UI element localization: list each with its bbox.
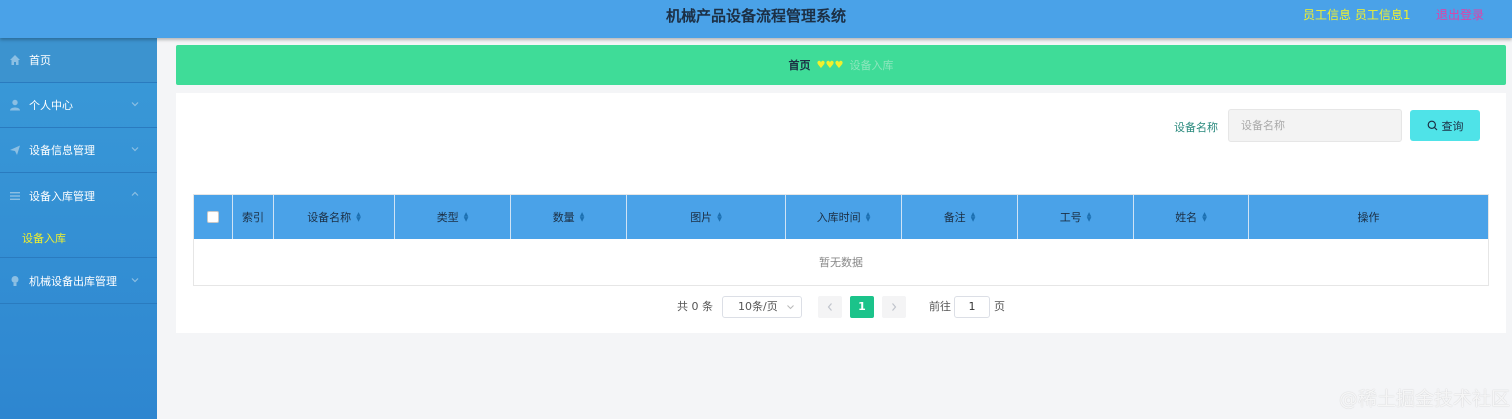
search-label: 设备名称 (1174, 121, 1218, 134)
page-number-active[interactable]: 1 (850, 296, 874, 318)
page-size-select[interactable]: 10条/页 (722, 296, 802, 318)
goto-suffix: 页 (994, 300, 1005, 313)
sort-icon[interactable]: ▲ ▼ (717, 212, 722, 223)
sidebar-item-label: 个人中心 (29, 99, 73, 112)
column-header-remark[interactable]: 备注 ▲ ▼ (902, 195, 1018, 239)
empty-state: 暂无数据 (819, 256, 863, 269)
column-header-label: 图片 (690, 211, 713, 224)
column-header-label: 入库时间 (816, 211, 861, 224)
column-header-type[interactable]: 类型 ▲ ▼ (395, 195, 511, 239)
chevron-right-icon (890, 300, 898, 313)
send-icon (9, 144, 21, 156)
column-header-index: 索引 (233, 195, 274, 239)
chevron-up-icon (130, 189, 140, 199)
data-table: 索引 设备名称 ▲ ▼ 类型 ▲ ▼ 数量 ▲ ▼ 图片 ▲ ▼ 入库时间 ▲ ▼ 备注 … (193, 194, 1489, 286)
sidebar-item-label: 首页 (29, 54, 51, 67)
breadcrumb-separator: ♥♥♥ (816, 59, 844, 71)
search-button[interactable]: 查询 (1410, 110, 1480, 141)
search-button-label: 查询 (1441, 119, 1464, 133)
chevron-down-icon (130, 99, 140, 109)
sidebar-item-device-stock-in[interactable]: 设备入库管理 (0, 173, 157, 218)
search-icon (1427, 120, 1438, 131)
pagination-total: 共 0 条 (677, 300, 713, 313)
column-header-label: 索引 (242, 211, 264, 224)
column-header-label: 操作 (1357, 211, 1380, 224)
prev-page-button[interactable] (818, 296, 842, 318)
user-info[interactable]: 员工信息 员工信息1 (1303, 6, 1410, 23)
select-all-column[interactable] (194, 195, 233, 239)
sidebar-item-label: 设备入库管理 (29, 189, 95, 203)
logout-link[interactable]: 退出登录 (1436, 6, 1484, 23)
sort-icon[interactable]: ▲ ▼ (971, 212, 976, 223)
column-header-name[interactable]: 姓名 ▲ ▼ (1134, 195, 1249, 239)
breadcrumb-current: 设备入库 (849, 59, 894, 72)
sort-icon[interactable]: ▲ ▼ (580, 212, 585, 223)
next-page-button[interactable] (882, 296, 906, 318)
sort-icon[interactable]: ▲ ▼ (1202, 212, 1207, 223)
sidebar-item-device-stock-out[interactable]: 机械设备出库管理 (0, 259, 157, 304)
sidebar-item-device-info[interactable]: 设备信息管理 (0, 128, 157, 173)
breadcrumb: 首页 ♥♥♥ 设备入库 (176, 45, 1506, 85)
column-header-label: 工号 (1059, 211, 1082, 224)
sidebar-item-profile[interactable]: 个人中心 (0, 83, 157, 128)
column-header-image[interactable]: 图片 ▲ ▼ (627, 195, 786, 239)
column-header-stock-in-time[interactable]: 入库时间 ▲ ▼ (786, 195, 902, 239)
chevron-down-icon (130, 144, 140, 154)
sidebar-item-label: 机械设备出库管理 (29, 275, 117, 288)
chevron-left-icon (826, 300, 834, 313)
column-header-label: 姓名 (1175, 211, 1198, 224)
bulb-icon (9, 275, 21, 287)
sidebar-item-label: 设备信息管理 (29, 144, 95, 157)
user-icon (9, 99, 21, 111)
table-header: 索引 设备名称 ▲ ▼ 类型 ▲ ▼ 数量 ▲ ▼ 图片 ▲ ▼ 入库时间 ▲ ▼ 备注 … (194, 195, 1488, 239)
column-header-actions: 操作 (1249, 195, 1488, 239)
sidebar-subitem-stock-in[interactable]: 设备入库 (0, 220, 157, 258)
search-input[interactable]: 设备名称 (1228, 109, 1402, 142)
column-header-employee-id[interactable]: 工号 ▲ ▼ (1018, 195, 1134, 239)
column-header-label: 备注 (943, 211, 966, 224)
column-header-label: 设备名称 (307, 211, 352, 224)
sidebar-item-home[interactable]: 首页 (0, 38, 157, 83)
sort-icon[interactable]: ▲ ▼ (464, 212, 469, 223)
home-icon (9, 54, 21, 66)
chevron-down-icon (130, 275, 140, 285)
sort-icon[interactable]: ▲ ▼ (356, 212, 361, 223)
sort-icon[interactable]: ▲ ▼ (1087, 212, 1092, 223)
select-all-checkbox[interactable] (207, 211, 219, 223)
app-title: 机械产品设备流程管理系统 (665, 7, 846, 25)
watermark: @稀土掘金技术社区 (1339, 388, 1511, 410)
goto-label: 前往 (929, 300, 951, 313)
chevron-down-icon (786, 297, 795, 325)
column-header-label: 数量 (552, 211, 575, 224)
list-icon (9, 190, 21, 202)
sidebar: 首页 个人中心 设备信息管理 设备入库管理 设备入库 机械设备出库管理 (0, 38, 157, 419)
column-header-device-name[interactable]: 设备名称 ▲ ▼ (274, 195, 395, 239)
sort-icon[interactable]: ▲ ▼ (866, 212, 871, 223)
goto-page-input[interactable]: 1 (954, 296, 990, 318)
page-size-value: 10条/页 (738, 300, 778, 313)
breadcrumb-home[interactable]: 首页 (789, 57, 811, 73)
column-header-quantity[interactable]: 数量 ▲ ▼ (511, 195, 627, 239)
column-header-label: 类型 (436, 211, 459, 224)
top-bar: 机械产品设备流程管理系统 员工信息 员工信息1 退出登录 (0, 0, 1512, 38)
